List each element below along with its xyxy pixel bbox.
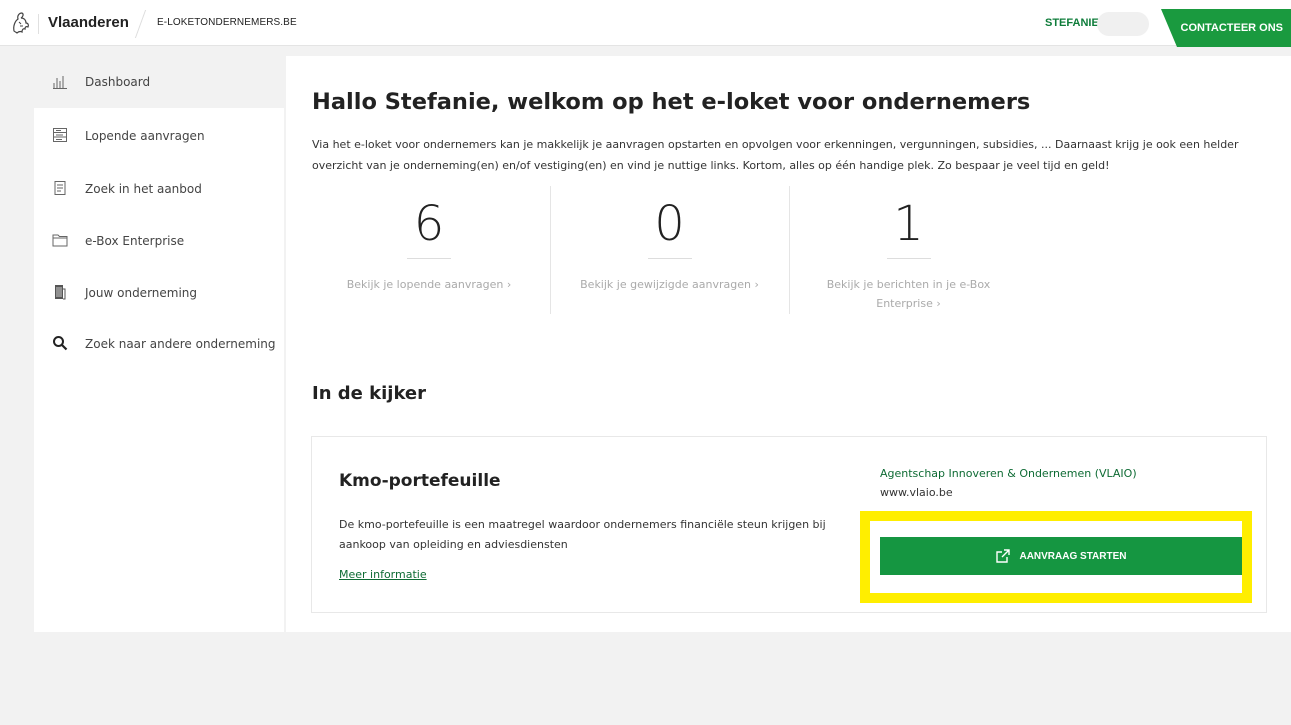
stat-lopende-aanvragen: 6 Bekijk je lopende aanvragen ›: [310, 186, 548, 314]
stat-value: 6: [413, 196, 445, 252]
stat-divider: [886, 258, 931, 259]
more-info-link[interactable]: Meer informatie: [339, 568, 427, 581]
spotlight-heading: In de kijker: [312, 383, 427, 404]
sidebar-item-label: Zoek in het aanbod: [85, 182, 202, 196]
stat-link-ebox[interactable]: Bekijk je berichten in je e-Box Enterpri…: [809, 275, 1009, 313]
agency-name[interactable]: Agentschap Innoveren & Ondernemen (VLAIO…: [880, 467, 1137, 480]
start-application-label: AANVRAAG STARTEN: [1019, 550, 1127, 562]
sidebar-item-zoek-aanbod[interactable]: Zoek in het aanbod: [34, 163, 284, 215]
sidebar-item-label: Jouw onderneming: [85, 286, 198, 300]
stat-value: 0: [654, 196, 685, 252]
card-title: Kmo-portefeuille: [339, 471, 501, 491]
breadcrumb-slash: [134, 10, 147, 38]
search-icon: [53, 336, 68, 351]
sidebar: Dashboard Lopende aanvragen Zoek in het …: [34, 56, 284, 632]
sidebar-item-lopende-aanvragen[interactable]: Lopende aanvragen: [34, 110, 284, 162]
list-icon: [53, 128, 67, 142]
sidebar-item-jouw-onderneming[interactable]: Jouw onderneming: [34, 267, 284, 319]
main-content: Hallo Stefanie, welkom op het e-loket vo…: [286, 56, 1291, 632]
stat-value: 1: [893, 196, 924, 252]
external-link-icon: [996, 549, 1011, 563]
agency-url: www.vlaio.be: [880, 486, 953, 499]
spotlight-card: Kmo-portefeuille De kmo-portefeuille is …: [311, 436, 1267, 613]
stat-ebox-berichten: 1 Bekijk je berichten in je e-Box Enterp…: [789, 186, 1027, 314]
folder-icon: [52, 234, 68, 247]
intro-text: Via het e-loket voor ondernemers kan je …: [312, 138, 1239, 172]
sidebar-item-ebox[interactable]: e-Box Enterprise: [34, 215, 284, 267]
building-icon: [55, 285, 66, 300]
bar-chart-icon: [53, 76, 67, 89]
brand-name[interactable]: Vlaanderen: [48, 14, 129, 31]
flemish-lion-logo-icon[interactable]: [10, 11, 32, 35]
stat-link-gewijzigde[interactable]: Bekijk je gewijzigde aanvragen ›: [570, 275, 770, 294]
contact-button-label: CONTACTEER ONS: [1180, 22, 1283, 34]
site-domain-link[interactable]: E-LOKETONDERNEMERS.BE: [157, 17, 297, 28]
start-application-button[interactable]: AANVRAAG STARTEN: [880, 537, 1242, 575]
card-description: De kmo-portefeuille is een maatregel waa…: [339, 518, 826, 551]
document-icon: [54, 181, 66, 195]
stat-link-lopende[interactable]: Bekijk je lopende aanvragen ›: [329, 275, 529, 294]
contact-button[interactable]: CONTACTEER ONS: [1161, 9, 1291, 47]
sidebar-item-label: Dashboard: [85, 75, 151, 89]
page-title: Hallo Stefanie, welkom op het e-loket vo…: [312, 89, 1031, 115]
top-bar: Vlaanderen E-LOKETONDERNEMERS.BE STEFANI…: [0, 0, 1291, 47]
brand-divider: [38, 14, 39, 34]
user-name[interactable]: STEFANIE: [1045, 17, 1099, 29]
stat-divider: [407, 258, 451, 259]
stat-gewijzigde-aanvragen: 0 Bekijk je gewijzigde aanvragen ›: [550, 186, 788, 314]
sidebar-item-label: e-Box Enterprise: [85, 234, 185, 248]
sidebar-item-label: Zoek naar andere onderneming: [85, 337, 276, 351]
user-menu-toggle[interactable]: [1097, 12, 1149, 36]
stat-divider: [647, 258, 692, 259]
sidebar-item-zoek-onderneming[interactable]: Zoek naar andere onderneming: [34, 318, 284, 370]
sidebar-item-dashboard[interactable]: Dashboard: [34, 56, 284, 108]
sidebar-item-label: Lopende aanvragen: [85, 129, 205, 143]
